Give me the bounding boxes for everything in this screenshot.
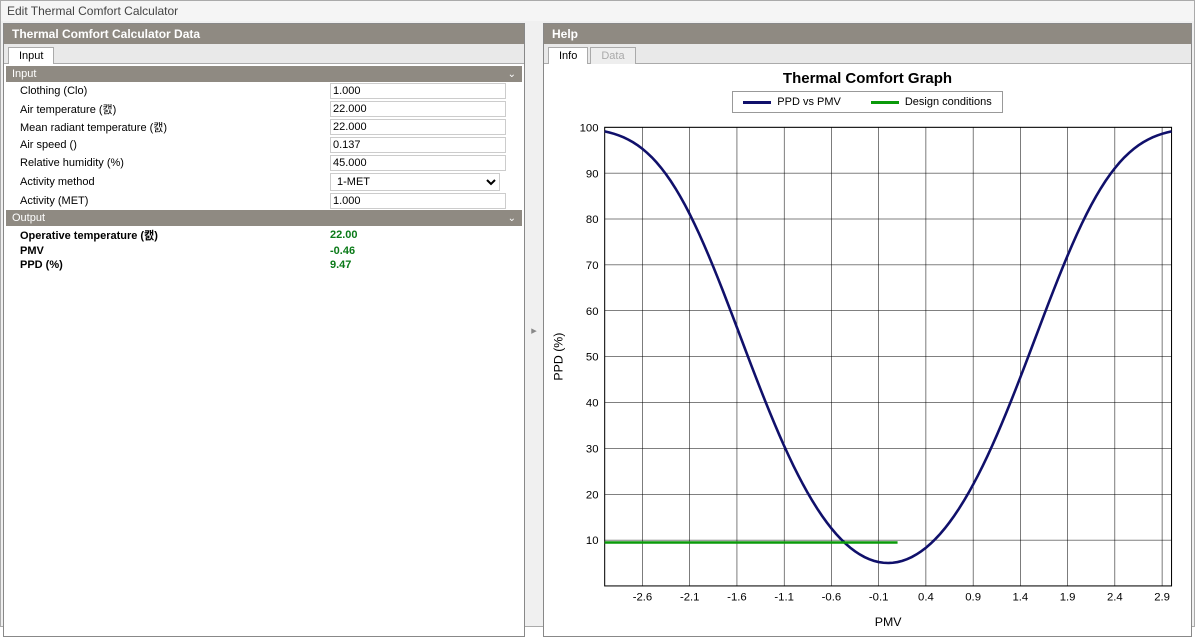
select-activity-method[interactable]: 1-MET <box>330 173 500 191</box>
value-ppd: 9.47 <box>330 259 522 271</box>
svg-text:-2.6: -2.6 <box>633 591 653 603</box>
svg-text:40: 40 <box>586 398 599 410</box>
input-activity-met[interactable] <box>330 193 506 209</box>
input-air-temp[interactable] <box>330 101 506 117</box>
right-tabs: Info Data <box>544 44 1191 64</box>
window-title: Edit Thermal Comfort Calculator <box>1 1 1194 21</box>
chart-title: Thermal Comfort Graph <box>548 70 1187 87</box>
svg-text:-1.1: -1.1 <box>774 591 794 603</box>
svg-text:1.9: 1.9 <box>1060 591 1076 603</box>
row-air-speed: Air speed () <box>6 136 522 154</box>
left-panel: Thermal Comfort Calculator Data Input In… <box>3 23 525 637</box>
svg-text:60: 60 <box>586 306 599 318</box>
left-body: Input ⌄ Clothing (Clo) Air temperature (… <box>4 64 524 636</box>
svg-text:90: 90 <box>586 168 599 180</box>
row-activity-met: Activity (MET) <box>6 192 522 210</box>
label-activity-method: Activity method <box>6 176 330 188</box>
svg-text:80: 80 <box>586 214 599 226</box>
label-op-temp: Operative temperature (캜) <box>6 227 330 243</box>
legend-swatch-design <box>871 101 899 104</box>
chevron-down-icon: ⌄ <box>508 69 516 80</box>
row-op-temp: Operative temperature (캜) 22.00 <box>6 226 522 244</box>
label-rh: Relative humidity (%) <box>6 157 330 169</box>
value-op-temp: 22.00 <box>330 229 522 241</box>
splitter-handle[interactable]: ▸ <box>529 23 539 637</box>
svg-text:PPD (%): PPD (%) <box>551 333 565 381</box>
label-clothing: Clothing (Clo) <box>6 85 330 97</box>
row-mrt: Mean radiant temperature (캜) <box>6 118 522 136</box>
svg-text:2.9: 2.9 <box>1154 591 1170 603</box>
label-air-speed: Air speed () <box>6 139 330 151</box>
section-input-label: Input <box>12 68 36 80</box>
svg-text:-2.1: -2.1 <box>680 591 700 603</box>
value-pmv: -0.46 <box>330 245 522 257</box>
section-output-label: Output <box>12 212 45 224</box>
svg-text:1.4: 1.4 <box>1013 591 1029 603</box>
svg-text:0.9: 0.9 <box>965 591 981 603</box>
label-air-temp: Air temperature (캜) <box>6 101 330 117</box>
label-mrt: Mean radiant temperature (캜) <box>6 119 330 135</box>
left-tabs: Input <box>4 44 524 64</box>
section-input[interactable]: Input ⌄ <box>6 66 522 82</box>
input-air-speed[interactable] <box>330 137 506 153</box>
svg-text:70: 70 <box>586 260 599 272</box>
row-ppd: PPD (%) 9.47 <box>6 258 522 272</box>
svg-text:100: 100 <box>580 122 599 134</box>
section-output[interactable]: Output ⌄ <box>6 210 522 226</box>
svg-text:PMV: PMV <box>875 615 903 629</box>
chart-legend: PPD vs PMV Design conditions <box>732 91 1002 113</box>
row-pmv: PMV -0.46 <box>6 244 522 258</box>
tab-input[interactable]: Input <box>8 47 54 64</box>
left-panel-header: Thermal Comfort Calculator Data <box>4 24 524 44</box>
row-rh: Relative humidity (%) <box>6 154 522 172</box>
label-ppd: PPD (%) <box>6 259 330 271</box>
main-split: Thermal Comfort Calculator Data Input In… <box>1 21 1194 639</box>
app-window: Edit Thermal Comfort Calculator Thermal … <box>0 0 1195 627</box>
input-rh[interactable] <box>330 155 506 171</box>
svg-text:2.4: 2.4 <box>1107 591 1123 603</box>
svg-text:20: 20 <box>586 489 599 501</box>
right-panel: Help Info Data Thermal Comfort Graph PPD… <box>543 23 1192 637</box>
chart-area: Thermal Comfort Graph PPD vs PMV Design … <box>544 64 1191 636</box>
tab-data[interactable]: Data <box>590 47 635 64</box>
svg-text:-0.6: -0.6 <box>822 591 842 603</box>
legend-label-ppd: PPD vs PMV <box>777 96 841 108</box>
label-pmv: PMV <box>6 245 330 257</box>
legend-swatch-ppd <box>743 101 771 104</box>
row-air-temp: Air temperature (캜) <box>6 100 522 118</box>
legend-label-design: Design conditions <box>905 96 992 108</box>
svg-text:30: 30 <box>586 443 599 455</box>
svg-text:50: 50 <box>586 352 599 364</box>
chart-plot: -2.6 -2.1 -1.6 -1.1 -0.6 -0.1 0.4 0.9 1.4 1.9 2.4 2… <box>548 117 1187 632</box>
input-mrt[interactable] <box>330 119 506 135</box>
input-clothing[interactable] <box>330 83 506 99</box>
legend-ppd: PPD vs PMV <box>743 96 841 108</box>
svg-text:10: 10 <box>586 535 599 547</box>
row-activity-method: Activity method 1-MET <box>6 172 522 192</box>
svg-text:-1.6: -1.6 <box>727 591 747 603</box>
tab-info[interactable]: Info <box>548 47 588 64</box>
row-clothing: Clothing (Clo) <box>6 82 522 100</box>
label-activity-met: Activity (MET) <box>6 195 330 207</box>
chevron-down-icon: ⌄ <box>508 213 516 224</box>
legend-design: Design conditions <box>871 96 992 108</box>
right-panel-header: Help <box>544 24 1191 44</box>
svg-text:-0.1: -0.1 <box>869 591 889 603</box>
svg-text:0.4: 0.4 <box>918 591 934 603</box>
